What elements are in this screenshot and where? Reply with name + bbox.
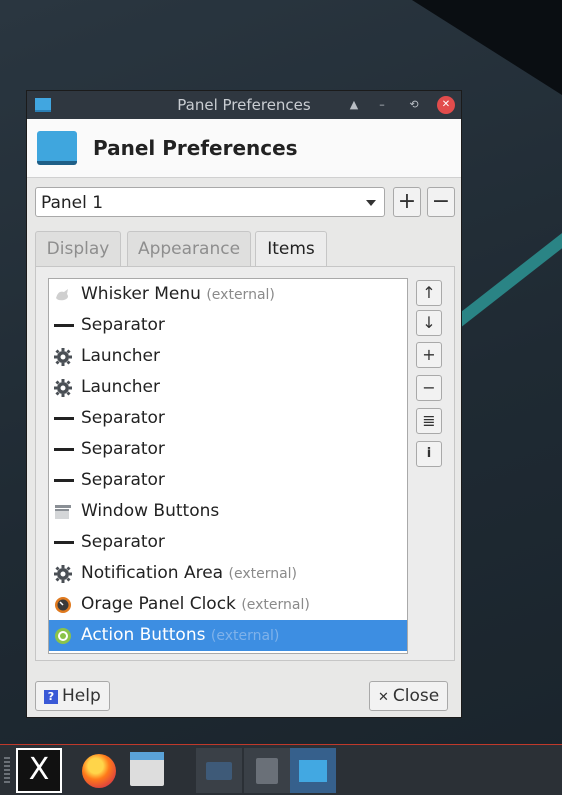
list-item[interactable]: Whisker Menu (external) (49, 279, 407, 310)
item-name: Separator (81, 408, 165, 428)
list-item[interactable]: Window Buttons (49, 496, 407, 527)
list-item-selected[interactable]: Action Buttons (external) (49, 620, 407, 651)
firefox-launcher[interactable] (76, 748, 122, 793)
item-name: Orage Panel Clock (81, 594, 236, 614)
separator-icon (54, 479, 74, 482)
minimize-button[interactable]: – (373, 96, 391, 114)
add-item-button[interactable]: + (416, 342, 442, 368)
item-name: Notification Area (81, 563, 224, 583)
list-item[interactable]: Separator (49, 527, 407, 558)
list-item[interactable]: Launcher (49, 372, 407, 403)
help-button[interactable]: ? Help (35, 681, 110, 711)
panel-icon (37, 131, 77, 165)
list-item[interactable]: Separator (49, 434, 407, 465)
move-down-button[interactable]: ↓ (416, 310, 442, 336)
panel-icon (299, 760, 327, 782)
action-buttons-icon (55, 628, 71, 644)
item-external-tag: (external) (206, 287, 275, 303)
task-panel-preferences[interactable] (290, 748, 336, 793)
tab-display[interactable]: Display (35, 231, 121, 266)
items-tab-panel: Whisker Menu (external) Separator Launch… (35, 266, 455, 661)
taskbar: X (0, 744, 562, 795)
about-item-button[interactable]: i (416, 441, 442, 467)
close-window-button[interactable]: ✕ (437, 96, 455, 114)
item-name: Separator (81, 532, 165, 552)
help-label: Help (62, 686, 101, 706)
close-button[interactable]: ✕ Close (369, 681, 449, 711)
separator-icon (54, 417, 74, 420)
item-name: Window Buttons (81, 501, 220, 521)
shade-button[interactable]: ▲ (345, 96, 363, 114)
gear-icon (54, 379, 72, 397)
item-external-tag: (external) (241, 597, 310, 613)
desktop-decoration (412, 0, 562, 95)
list-item[interactable]: Orage Panel Clock (external) (49, 589, 407, 620)
item-external-tag: (external) (228, 566, 298, 582)
task-text-editor[interactable] (244, 748, 290, 793)
window-buttons-icon (55, 505, 71, 519)
separator-icon (54, 448, 74, 451)
file-cabinet-icon (130, 758, 164, 786)
firefox-icon (82, 754, 116, 788)
help-icon: ? (44, 690, 58, 704)
add-panel-button[interactable]: + (393, 187, 421, 217)
panel-select-value: Panel 1 (41, 193, 104, 213)
page-title: Panel Preferences (93, 136, 298, 160)
list-item[interactable]: Launcher (49, 341, 407, 372)
move-up-button[interactable]: ↑ (416, 280, 442, 306)
item-external-tag: (external) (210, 628, 280, 644)
list-item[interactable]: Separator (49, 465, 407, 496)
close-label: Close (392, 686, 440, 706)
item-name: Separator (81, 315, 165, 335)
list-item[interactable]: Separator (49, 310, 407, 341)
remove-panel-button[interactable]: − (427, 187, 455, 217)
panel-select[interactable]: Panel 1 (35, 187, 385, 217)
separator-icon (54, 324, 74, 327)
item-name: Launcher (81, 377, 161, 397)
clock-icon (55, 597, 71, 613)
list-item[interactable]: Notification Area (external) (49, 558, 407, 589)
item-name: Whisker Menu (81, 284, 201, 304)
items-list[interactable]: Whisker Menu (external) Separator Launch… (48, 278, 408, 654)
item-name: Launcher (81, 346, 161, 366)
tab-items[interactable]: Items (255, 231, 327, 268)
titlebar[interactable]: Panel Preferences ▲ – ⟲ ✕ (27, 91, 461, 119)
edit-item-button[interactable]: ≣ (416, 408, 442, 434)
panel-handle[interactable] (4, 757, 10, 783)
panel-preferences-window: Panel Preferences ▲ – ⟲ ✕ Panel Preferen… (26, 90, 462, 718)
item-name: Separator (81, 439, 165, 459)
close-icon: ✕ (378, 690, 389, 705)
list-item[interactable]: Separator (49, 403, 407, 434)
file-manager-launcher[interactable] (124, 748, 170, 793)
whisker-menu-button[interactable]: X (16, 748, 62, 793)
whisker-icon (56, 289, 68, 301)
gear-icon (54, 565, 72, 583)
separator-icon (54, 541, 74, 544)
tab-appearance[interactable]: Appearance (127, 231, 251, 266)
item-name: Separator (81, 470, 165, 490)
maximize-button[interactable]: ⟲ (405, 96, 423, 114)
window-title: Panel Preferences (177, 96, 311, 114)
task-file-manager[interactable] (196, 748, 242, 793)
chevron-down-icon (366, 200, 376, 206)
remove-item-button[interactable]: − (416, 375, 442, 401)
document-icon (256, 758, 278, 784)
gear-icon (54, 348, 72, 366)
folder-icon (206, 762, 232, 780)
item-name: Action Buttons (81, 625, 206, 645)
dialog-header: Panel Preferences (27, 119, 461, 178)
